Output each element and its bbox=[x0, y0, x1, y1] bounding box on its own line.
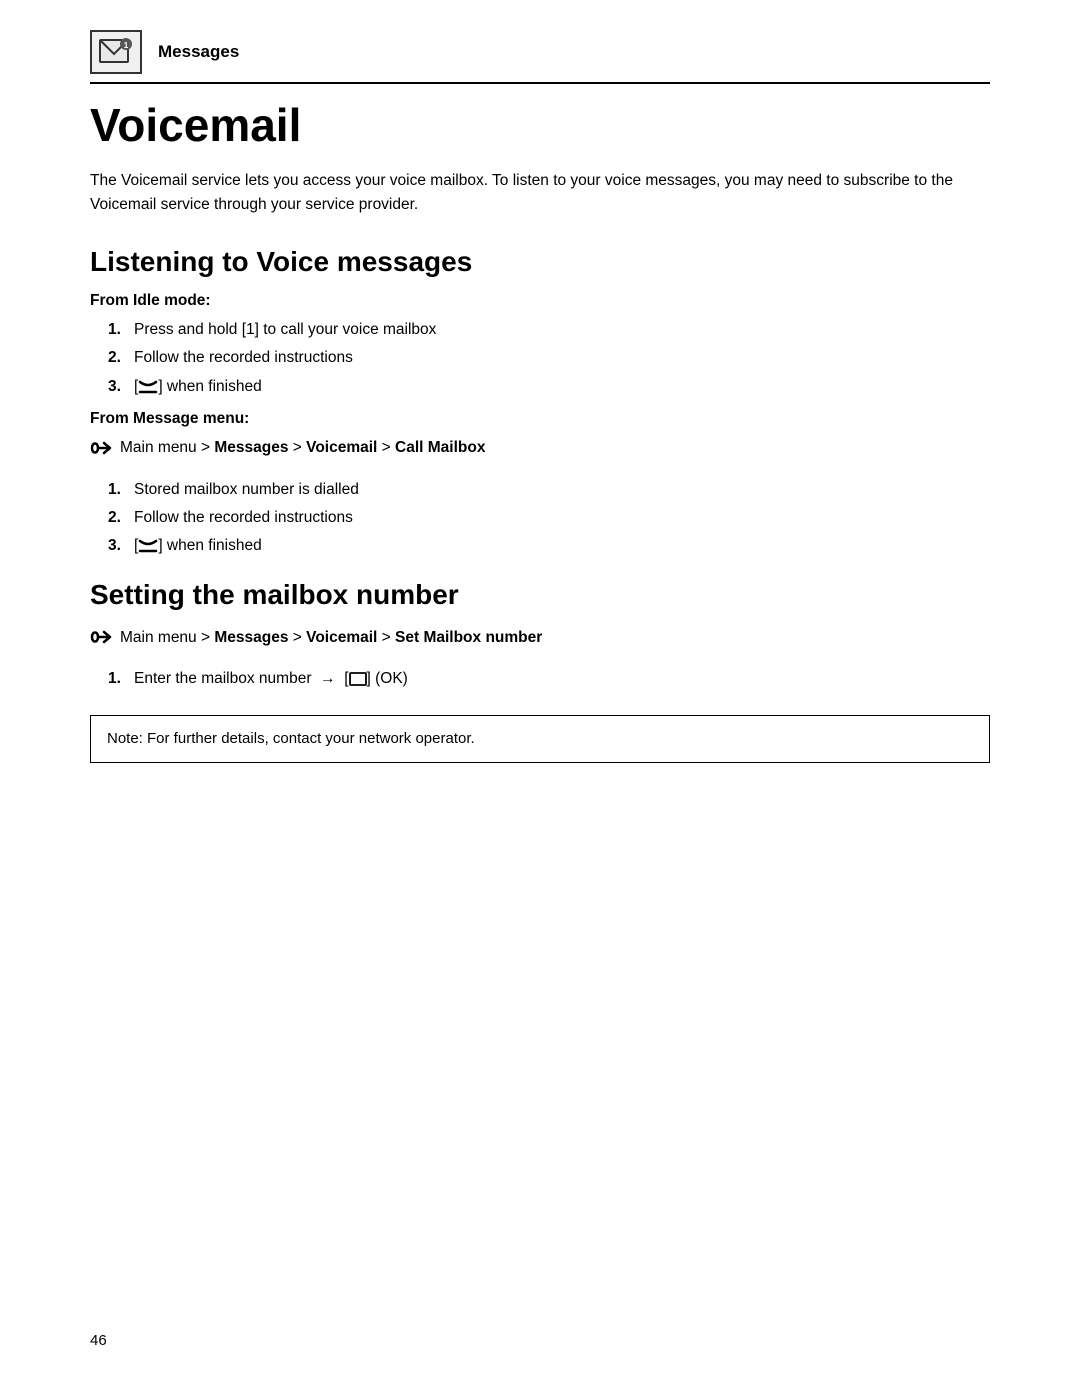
idle-mode-steps: 1. Press and hold [1] to call your voice… bbox=[108, 318, 990, 398]
menu-step-2: 2. Follow the recorded instructions bbox=[108, 506, 990, 529]
set-mailbox-steps: 1. Enter the mailbox number → [] (OK) bbox=[108, 667, 990, 690]
page-title: Voicemail bbox=[90, 100, 990, 151]
message-menu-steps: 1. Stored mailbox number is dialled 2. F… bbox=[108, 478, 990, 558]
section2-title: Setting the mailbox number bbox=[90, 578, 990, 612]
menu-step-1: 1. Stored mailbox number is dialled bbox=[108, 478, 990, 501]
svg-text:1: 1 bbox=[124, 41, 129, 50]
section1-title: Listening to Voice messages bbox=[90, 245, 990, 279]
subsection1-label: From Idle mode: bbox=[90, 292, 990, 310]
subsection2-label: From Message menu: bbox=[90, 410, 990, 428]
header-title: Messages bbox=[158, 42, 239, 62]
messages-icon: 1 bbox=[90, 30, 142, 74]
idle-step-3: 3. [] when finished bbox=[108, 375, 990, 398]
note-text: Note: For further details, contact your … bbox=[107, 730, 475, 747]
note-box: Note: For further details, contact your … bbox=[90, 715, 990, 764]
nav-path-1: Main menu > Messages > Voicemail > Call … bbox=[90, 436, 990, 468]
idle-step-1: 1. Press and hold [1] to call your voice… bbox=[108, 318, 990, 341]
menu-step-3: 3. [] when finished bbox=[108, 534, 990, 557]
intro-text: The Voicemail service lets you access yo… bbox=[90, 169, 990, 217]
nav-path-2: Main menu > Messages > Voicemail > Set M… bbox=[90, 625, 990, 657]
page: 1 Messages Voicemail The Voicemail servi… bbox=[0, 0, 1080, 1379]
page-header: 1 Messages bbox=[90, 30, 990, 84]
page-number: 46 bbox=[90, 1332, 107, 1349]
mailbox-step-1: 1. Enter the mailbox number → [] (OK) bbox=[108, 667, 990, 690]
idle-step-2: 2. Follow the recorded instructions bbox=[108, 346, 990, 369]
